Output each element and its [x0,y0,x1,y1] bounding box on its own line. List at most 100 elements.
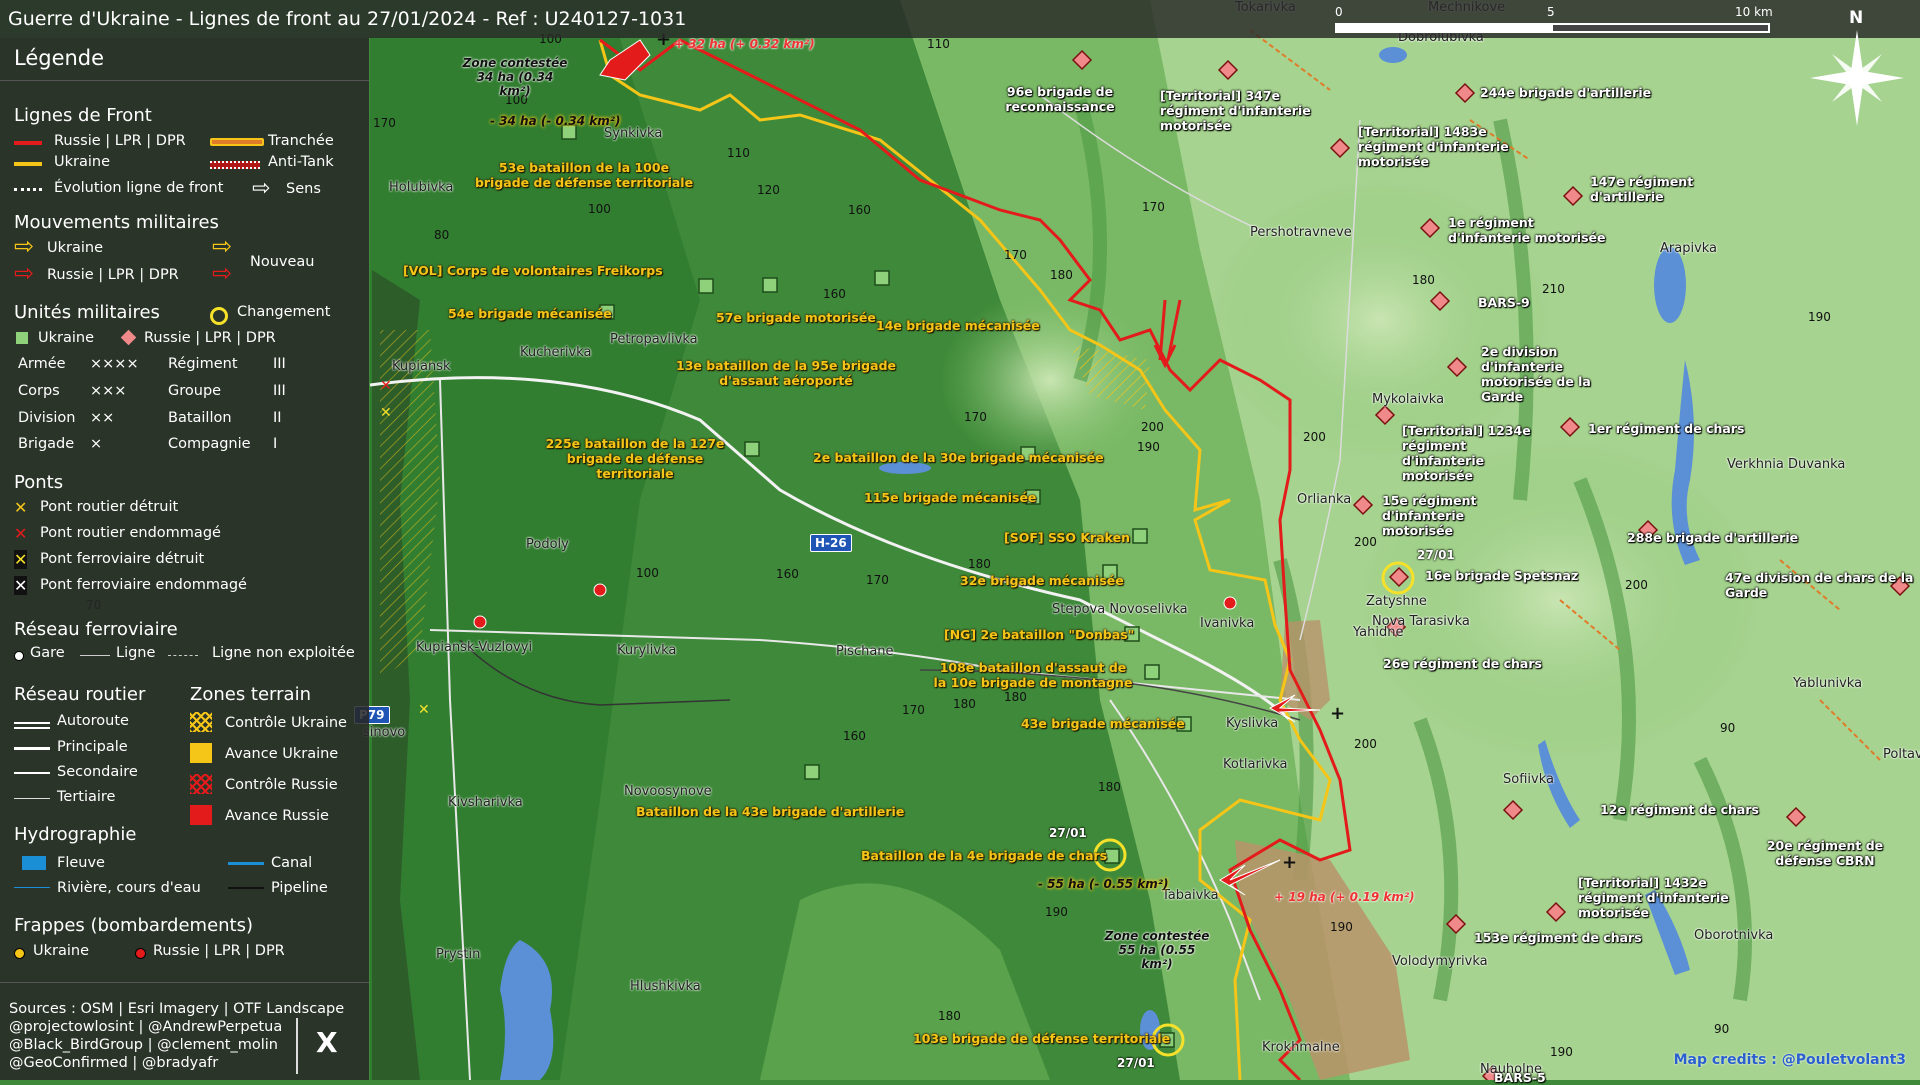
ukraine-unit-marker[interactable] [804,764,820,780]
russia-unit-label[interactable]: [Territorial] 1483e régiment d'infanteri… [1358,124,1528,169]
elevation-label: 190 [1330,920,1353,934]
ukraine-unit-label[interactable]: 103e brigade de défense territoriale [913,1031,1170,1046]
russia-unit-label[interactable]: 2e division d'infanterie motorisée de la… [1481,344,1631,404]
ukraine-unit-label[interactable]: 14e brigade mécanisée [876,318,1040,333]
ukraine-unit-label[interactable]: 108e bataillon d'assaut de la 10e brigad… [933,660,1133,690]
unit-size-symbol: ×××× [90,356,139,372]
russia-unit-label[interactable]: BARS-9 [1478,295,1530,310]
russia-unit-label[interactable]: 96e brigade de reconnaissance [1000,84,1120,114]
russia-unit-label[interactable]: BARS-5 [1494,1070,1546,1085]
ukraine-unit-marker[interactable] [698,278,714,294]
elevation-label: 180 [953,697,976,711]
ukraine-unit-marker[interactable] [874,270,890,286]
legend-front-russia: Russie | LPR | DPR [54,133,186,149]
ukraine-unit-marker[interactable] [744,441,760,457]
legend-road-4: Tertiaire [57,789,116,805]
ukraine-unit-label[interactable]: 115e brigade mécanisée [864,490,1036,505]
ukraine-unit-label[interactable]: 57e brigade motorisée [716,310,876,325]
russia-unit-label[interactable]: 26e régiment de chars [1383,656,1542,671]
ukraine-unit-marker[interactable] [1144,664,1160,680]
x-logo-icon[interactable]: X [316,1026,338,1059]
legend-bridge-3: Pont ferroviaire détruit [40,551,205,567]
legend-zone-2: Avance Ukraine [225,746,339,762]
town-label: Yablunivka [1793,676,1863,691]
town-label: Poltav [1883,747,1920,762]
zone-russia-control-swatch [190,774,212,794]
russia-unit-label[interactable]: 20e régiment de défense CBRN [1745,838,1905,868]
ukraine-unit-label[interactable]: [SOF] SSO Kraken [1004,530,1130,545]
legend-rail-station: Gare [30,645,65,661]
town-label: Kivsharivka [448,795,523,810]
elevation-label: 80 [434,228,450,242]
ukraine-unit-label[interactable]: 225e bataillon de la 127e brigade de déf… [530,436,740,481]
change-circle-icon [210,307,228,325]
ukraine-unit-label[interactable]: 13e bataillon de la 95e brigade d'assaut… [666,358,906,388]
russia-unit-label[interactable]: 147e régiment d'artillerie [1590,174,1710,204]
ukraine-unit-label[interactable]: 43e brigade mécanisée [1021,716,1185,731]
town-label: Kupiansk [392,359,451,374]
legend-hydro-heading: Hydrographie [14,824,137,845]
strike-russia [593,583,607,597]
antitank-swatch [210,161,260,169]
ukraine-unit-label[interactable]: Bataillon de la 4e brigade de chars [861,848,1107,863]
russia-unit-label[interactable]: 153e régiment de chars [1474,930,1642,945]
bridge-rail-destroyed-icon: ✕ [418,702,430,718]
ukraine-unit-swatch [16,332,28,344]
ukraine-unit-label[interactable]: 2e bataillon de la 30e brigade mécanisée [813,450,1104,465]
town-label: Krokhmalne [1262,1040,1340,1055]
unit-size-name: Compagnie [168,436,251,452]
russia-line-swatch [14,141,42,145]
russia-unit-label[interactable]: 288e brigade d'artillerie [1627,530,1798,545]
town-label: Novoosynove [624,784,712,799]
elevation-label: 170 [1142,200,1165,214]
legend-front-heading: Lignes de Front [14,105,152,126]
canal-swatch [228,862,264,865]
strike-russia [473,615,487,629]
russia-unit-label[interactable]: [Territorial] 1432e régiment d'infanteri… [1578,875,1738,920]
russia-unit-label[interactable]: 16e brigade Spetsnaz [1425,568,1578,583]
elevation-label: 180 [1098,780,1121,794]
map-credit: Map credits : @Pouletvolant3 [1673,1052,1906,1068]
legend-zones-heading: Zones terrain [190,684,311,705]
russia-unit-label[interactable]: 12e régiment de chars [1600,802,1759,817]
ukraine-unit-label[interactable]: 32e brigade mécanisée [960,573,1124,588]
russia-unit-label[interactable]: [Territorial] 1234e régiment d'infanteri… [1402,423,1552,483]
russia-unit-label[interactable]: 15e régiment d'infanterie motorisée [1382,493,1522,538]
legend-rail-heading: Réseau ferroviaire [14,619,178,640]
russia-unit-label[interactable]: [Territorial] 347e régiment d'infanterie… [1160,88,1335,133]
ukraine-unit-label[interactable]: 54e brigade mécanisée [448,306,612,321]
legend-front-evolution: Évolution ligne de front [54,180,224,196]
town-label: Holubivka [389,180,454,195]
ukraine-unit-label[interactable]: 53e bataillon de la 100e brigade de défe… [474,160,694,190]
strike-ukraine-icon [14,948,25,959]
ukraine-unit-marker[interactable] [762,277,778,293]
ukraine-unit-label[interactable]: [VOL] Corps de volontaires Freikorps [403,263,663,278]
ukraine-unit-marker[interactable] [1132,528,1148,544]
town-label: Ivanivka [1200,616,1255,631]
russia-unit-label[interactable]: 1e régiment d'infanterie motorisée [1448,215,1618,245]
elevation-label: 90 [1714,1022,1730,1036]
source-line-3: @Black_BirdGroup | @clement_molin [9,1037,278,1053]
russia-unit-label[interactable]: 1er régiment de chars [1588,421,1744,436]
stream-swatch [14,887,50,888]
legend-moves-heading: Mouvements militaires [14,212,219,233]
ukraine-unit-label[interactable]: Bataillon de la 43e brigade d'artillerie [636,804,904,819]
map-title: Guerre d'Ukraine - Lignes de front au 27… [8,8,687,30]
elevation-label: 200 [1625,578,1648,592]
compass-rose-icon: N [1802,8,1912,128]
unit-size-name: Régiment [168,356,238,372]
ukraine-line-swatch [14,162,42,166]
russia-unit-label[interactable]: 244e brigade d'artillerie [1480,85,1651,100]
ukraine-unit-label[interactable]: [NG] 2e bataillon "Donbas" [944,627,1134,642]
unit-size-name: Bataillon [168,410,232,426]
town-label: Synkivka [604,126,663,141]
legend-road-2: Principale [57,739,128,755]
bridge-rail-damaged-icon: ✕ [14,576,28,595]
cross-marker: + [1282,852,1297,873]
elevation-label: 110 [927,37,950,51]
trench-swatch [210,138,264,146]
russia-move-arrow-icon: ⇨ [14,259,35,287]
unit-size-name: Groupe [168,383,222,399]
scale-graphic [1335,23,1770,33]
russia-unit-label[interactable]: 47e division de chars de la Garde [1725,570,1915,600]
